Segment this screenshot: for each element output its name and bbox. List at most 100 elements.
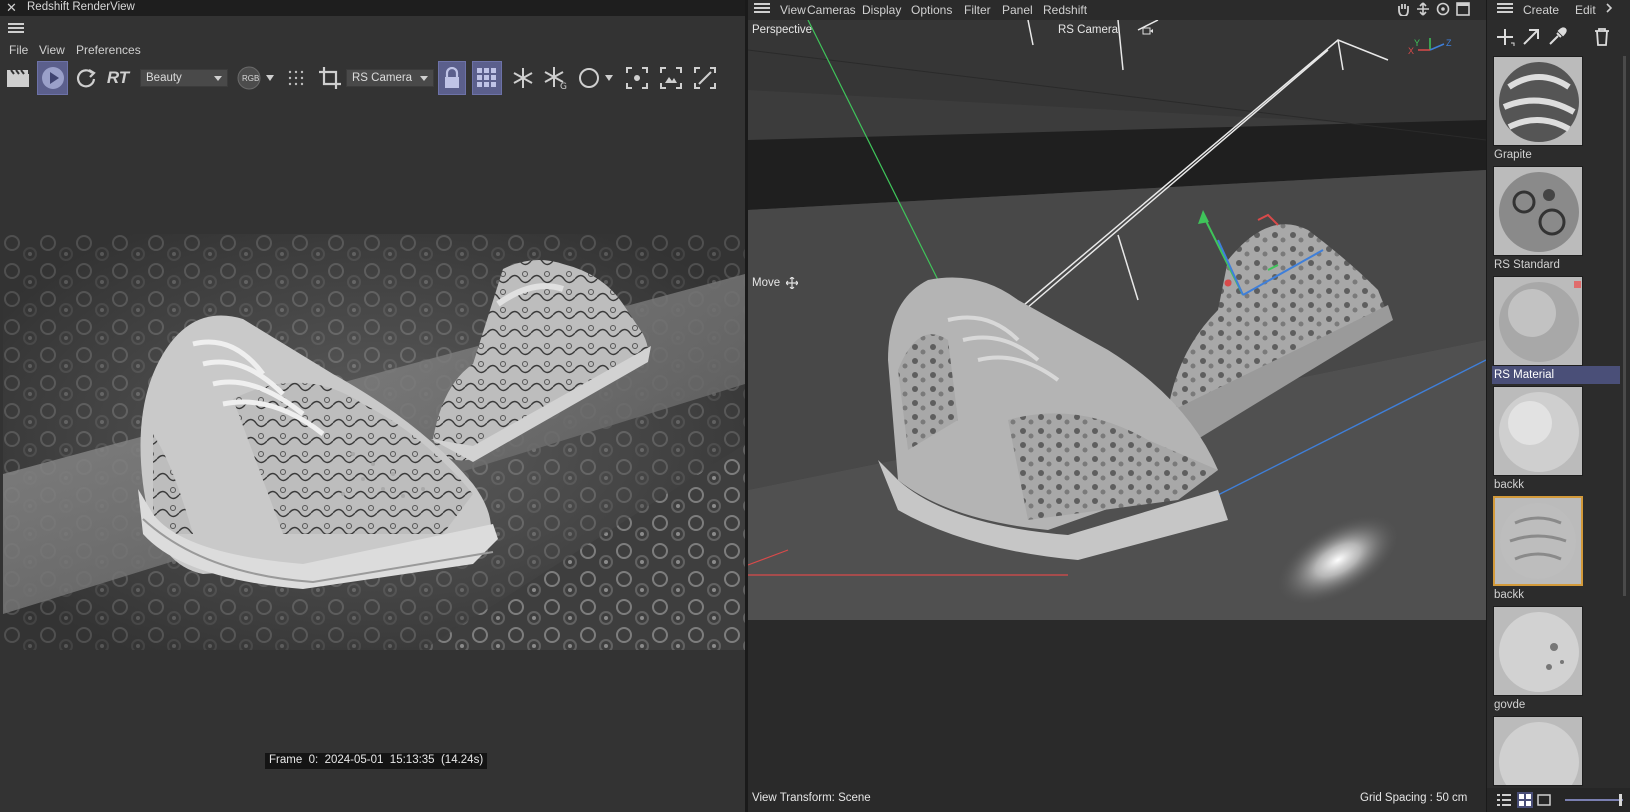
menu-options[interactable]: Options (911, 3, 952, 17)
rt-mode-button[interactable]: RT (104, 61, 132, 95)
aov-select-value: Beauty (146, 72, 182, 84)
tool-name-label: Move (752, 277, 781, 289)
viewport-menubar: View Cameras Display Options Filter Pane… (748, 0, 1486, 20)
move-tool-icon (786, 277, 798, 289)
thumbnail-size-slider[interactable] (1565, 799, 1623, 801)
view-transform-label: View Transform: Scene (752, 792, 871, 804)
maximize-view-icon[interactable] (1456, 2, 1470, 16)
3d-viewport-canvas[interactable]: Y Z X (748, 20, 1486, 812)
menu-edit[interactable]: Edit (1575, 3, 1596, 17)
menu-display[interactable]: Display (862, 3, 901, 17)
material-thumbnail (1493, 276, 1583, 366)
material-name: backk (1494, 479, 1525, 491)
menu-cameras[interactable]: Cameras (807, 3, 856, 17)
material-manager-menubar: Create Edit (1487, 0, 1630, 20)
crop-icon[interactable] (316, 61, 344, 95)
material-list-scrollbar[interactable] (1623, 56, 1626, 596)
material-thumbnail (1493, 606, 1583, 696)
circle-shape-icon[interactable] (577, 61, 601, 95)
axis-x-label: X (1408, 46, 1415, 56)
grid-spacing-label: Grid Spacing : 50 cm (1360, 792, 1468, 804)
chevron-down-icon (420, 76, 428, 81)
list-view-icon[interactable] (1497, 794, 1511, 806)
add-material-icon[interactable] (1495, 27, 1515, 47)
large-view-icon[interactable] (1537, 794, 1551, 806)
menu-preferences[interactable]: Preferences (76, 43, 141, 57)
image-adjust-icon[interactable] (692, 61, 718, 95)
fit-image-icon[interactable] (658, 61, 684, 95)
chevron-right-icon[interactable] (1605, 2, 1613, 14)
slider-handle[interactable] (1619, 794, 1622, 806)
material-name: backk (1494, 589, 1525, 601)
hamburger-menu-icon[interactable] (8, 22, 24, 34)
clapperboard-icon[interactable] (4, 61, 32, 95)
arrow-link-icon[interactable] (1521, 27, 1541, 47)
chevron-down-icon[interactable] (603, 61, 615, 95)
material-name: RS Material (1492, 366, 1620, 384)
bucket-grid-icon[interactable] (472, 61, 502, 95)
material-name: Grapite (1494, 149, 1532, 161)
render-view-panel: ✕ Redshift RenderView File View Preferen… (0, 0, 745, 812)
render-view-titlebar: ✕ Redshift RenderView (0, 0, 745, 16)
rgb-label: RGB (242, 74, 260, 83)
menu-create[interactable]: Create (1523, 3, 1559, 17)
material-manager-footer (1487, 788, 1630, 812)
menu-view[interactable]: View (39, 43, 65, 57)
aov-select[interactable]: Beauty (140, 69, 228, 87)
snowflake-icon[interactable] (510, 61, 536, 95)
material-item[interactable]: govde (1493, 606, 1583, 714)
trash-icon[interactable] (1593, 27, 1611, 47)
material-thumbnail (1493, 716, 1583, 786)
chevron-down-icon (214, 76, 222, 81)
material-thumbnail (1493, 56, 1583, 146)
eyedropper-icon[interactable] (1547, 27, 1567, 47)
material-item[interactable]: Grapite (1493, 56, 1583, 164)
material-toolbar (1487, 24, 1630, 50)
render-play-button[interactable] (37, 61, 68, 95)
frame-info-label: Frame 0: 2024-05-01 15:13:35 (14.24s) (265, 753, 488, 769)
focus-frame-icon[interactable] (624, 61, 650, 95)
rendered-image[interactable] (3, 234, 745, 650)
material-name: RS Standard (1494, 259, 1560, 271)
camera-select[interactable]: RS Camera (346, 69, 434, 87)
lock-camera-icon[interactable] (438, 61, 466, 95)
material-manager-panel: Create Edit Grapite RS Standard RS Mater… (1486, 0, 1630, 812)
material-item-highlighted[interactable]: backk (1493, 496, 1583, 604)
move-arrows-icon[interactable] (1416, 2, 1430, 16)
svg-text:G: G (560, 82, 567, 90)
render-view-menubar: File View Preferences (0, 42, 745, 60)
dither-grid-icon[interactable] (285, 61, 307, 95)
close-icon[interactable]: ✕ (6, 0, 17, 16)
rgb-channel-button[interactable]: RGB (236, 61, 262, 95)
menu-file[interactable]: File (9, 43, 28, 57)
menu-filter[interactable]: Filter (964, 3, 991, 17)
material-thumbnail (1493, 496, 1583, 586)
camera-select-value: RS Camera (352, 72, 413, 84)
material-item[interactable] (1493, 716, 1583, 786)
grid-view-icon[interactable] (1517, 792, 1533, 808)
render-view-toolbar: RT Beauty RGB RS Camera G (0, 61, 745, 95)
material-thumbnail (1493, 166, 1583, 256)
axis-z-label: Z (1446, 38, 1452, 48)
material-thumbnail (1493, 386, 1583, 476)
hamburger-menu-icon[interactable] (754, 2, 770, 14)
hand-pan-icon[interactable] (1396, 2, 1410, 16)
hamburger-menu-icon[interactable] (1497, 2, 1513, 14)
axis-y-label: Y (1414, 38, 1421, 48)
camera-name-label[interactable]: RS Camera (1058, 24, 1118, 36)
viewport-panel: View Cameras Display Options Filter Pane… (748, 0, 1486, 812)
view-name-label[interactable]: Perspective (752, 24, 812, 36)
refresh-icon[interactable] (74, 61, 98, 95)
material-item[interactable]: RS Standard (1493, 166, 1583, 274)
material-item-selected[interactable]: RS Material (1492, 276, 1620, 384)
render-view-title: Redshift RenderView (27, 1, 135, 13)
menu-redshift[interactable]: Redshift (1043, 3, 1087, 17)
menu-view[interactable]: View (780, 3, 806, 17)
material-item[interactable]: backk (1493, 386, 1583, 494)
chevron-down-icon[interactable] (264, 61, 276, 95)
rotate-view-icon[interactable] (1436, 2, 1450, 16)
menu-panel[interactable]: Panel (1002, 3, 1033, 17)
snowflake-global-icon[interactable]: G (542, 61, 570, 95)
camera-lock-icon[interactable] (1142, 26, 1154, 36)
material-name: govde (1494, 699, 1526, 711)
